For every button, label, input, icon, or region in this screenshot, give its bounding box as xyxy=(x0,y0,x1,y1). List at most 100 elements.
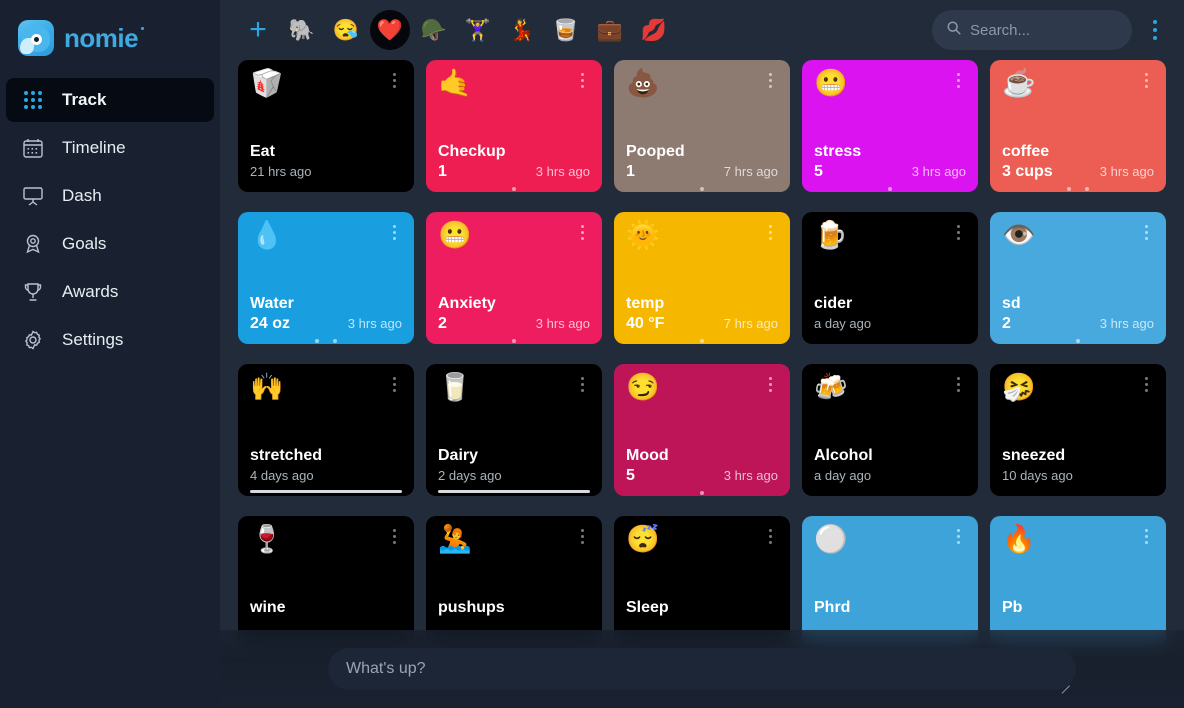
board-tab-elephant[interactable]: 🐘 xyxy=(282,10,322,50)
tracker-card[interactable]: 🌞 temp 40 °F 7 hrs ago xyxy=(614,212,790,344)
tracker-card[interactable]: 💩 Pooped 1 7 hrs ago xyxy=(614,60,790,192)
sidebar-item-label: Timeline xyxy=(62,138,126,157)
dashboard-icon xyxy=(20,183,46,209)
tracker-emoji-icon: 🥛 xyxy=(438,372,472,402)
sidebar-item-dash[interactable]: Dash xyxy=(6,174,214,218)
tracker-menu-icon[interactable] xyxy=(950,526,966,546)
tracker-menu-icon[interactable] xyxy=(762,374,778,394)
resize-grip-icon[interactable] xyxy=(1060,676,1070,686)
note-input-box[interactable] xyxy=(328,648,1076,690)
board-tab-sleepy[interactable]: 😪 xyxy=(326,10,366,50)
board-tab-weightlifter[interactable]: 🏋️‍♀️ xyxy=(458,10,498,50)
tracker-card[interactable]: 😏 Mood 5 3 hrs ago xyxy=(614,364,790,496)
tracker-menu-icon[interactable] xyxy=(386,222,402,242)
tracker-time: 3 hrs ago xyxy=(347,316,402,331)
tracker-title: stress xyxy=(814,143,862,160)
tracker-menu-icon[interactable] xyxy=(762,526,778,546)
trophy-icon xyxy=(20,279,46,305)
tracker-card[interactable]: ⚪ Phrd xyxy=(802,516,978,648)
tracker-menu-icon[interactable] xyxy=(762,70,778,90)
board-tab-heart[interactable]: ❤️ xyxy=(370,10,410,50)
tracker-time: 7 hrs ago xyxy=(723,316,778,331)
tracker-emoji-icon: 😏 xyxy=(626,372,660,402)
tracker-dot-indicators xyxy=(1002,187,1154,191)
tracker-dot-indicators xyxy=(626,339,778,343)
tracker-card[interactable]: 🍺 cider a day ago xyxy=(802,212,978,344)
sidebar-item-awards[interactable]: Awards xyxy=(6,270,214,314)
tracker-card[interactable]: 🤙 Checkup 1 3 hrs ago xyxy=(426,60,602,192)
tracker-dot-indicators xyxy=(250,339,402,343)
tracker-emoji-icon: 👁️ xyxy=(1002,220,1036,250)
tracker-card[interactable]: 🍷 wine xyxy=(238,516,414,648)
tracker-value: 24 oz xyxy=(250,315,291,332)
tracker-title: Mood xyxy=(626,447,669,464)
tracker-menu-icon[interactable] xyxy=(1138,222,1154,242)
kebab-menu-icon[interactable] xyxy=(1144,17,1166,43)
board-tab-whiskey[interactable]: 🥃 xyxy=(546,10,586,50)
search-icon xyxy=(946,20,962,41)
tracker-menu-icon[interactable] xyxy=(762,222,778,242)
sidebar-item-label: Dash xyxy=(62,186,102,205)
tracker-time: 3 hrs ago xyxy=(1099,164,1154,179)
sidebar: nomie Track Timeline Dash Goals Awards S… xyxy=(0,0,220,708)
tracker-menu-icon[interactable] xyxy=(1138,70,1154,90)
tracker-card[interactable]: 🤽 pushups xyxy=(426,516,602,648)
sidebar-item-settings[interactable]: Settings xyxy=(6,318,214,362)
tracker-value: 40 °F xyxy=(626,315,665,332)
sidebar-item-track[interactable]: Track xyxy=(6,78,214,122)
tracker-menu-icon[interactable] xyxy=(386,374,402,394)
tracker-emoji-icon: 🤧 xyxy=(1002,372,1036,402)
tracker-title: cider xyxy=(814,295,853,312)
note-input[interactable] xyxy=(346,648,1058,690)
tracker-menu-icon[interactable] xyxy=(574,222,590,242)
tracker-menu-icon[interactable] xyxy=(574,374,590,394)
tracker-card[interactable]: 🥡 Eat 21 hrs ago xyxy=(238,60,414,192)
sidebar-item-timeline[interactable]: Timeline xyxy=(6,126,214,170)
tracker-card[interactable]: 💧 Water 24 oz 3 hrs ago xyxy=(238,212,414,344)
tracker-title: sd xyxy=(1002,295,1021,312)
tracker-value: 5 xyxy=(626,467,635,484)
tracker-menu-icon[interactable] xyxy=(950,222,966,242)
board-tab-helmet[interactable]: 🪖 xyxy=(414,10,454,50)
tracker-menu-icon[interactable] xyxy=(386,526,402,546)
tracker-progress-bar xyxy=(250,490,402,493)
tracker-card[interactable]: 🙌 stretched 4 days ago xyxy=(238,364,414,496)
sidebar-item-goals[interactable]: Goals xyxy=(6,222,214,266)
tracker-time: a day ago xyxy=(814,468,872,483)
tracker-dot-indicators xyxy=(438,187,590,191)
board-tab-briefcase[interactable]: 💼 xyxy=(590,10,630,50)
dot-grid-icon xyxy=(20,87,46,113)
tracker-dot-indicators xyxy=(626,187,778,191)
tracker-grid: 🥡 Eat 21 hrs ago 🤙 Checkup 1 3 hrs ago 💩 Pooped 1… xyxy=(238,60,1166,648)
tracker-emoji-icon: 😴 xyxy=(626,524,660,554)
tracker-card[interactable]: 🤧 sneezed 10 days ago xyxy=(990,364,1166,496)
tracker-card[interactable]: ☕ coffee 3 cups 3 hrs ago xyxy=(990,60,1166,192)
award-ribbon-icon xyxy=(20,231,46,257)
board-tab-dancer[interactable]: 💃 xyxy=(502,10,542,50)
tracker-menu-icon[interactable] xyxy=(950,374,966,394)
tracker-time: 2 days ago xyxy=(438,468,502,483)
brand[interactable]: nomie xyxy=(0,10,220,66)
tracker-menu-icon[interactable] xyxy=(1138,526,1154,546)
add-board-button[interactable]: + xyxy=(238,10,278,50)
tracker-value: 5 xyxy=(814,163,823,180)
board-tab-kiss[interactable]: 💋 xyxy=(634,10,674,50)
tracker-card[interactable]: 😬 Anxiety 2 3 hrs ago xyxy=(426,212,602,344)
tracker-card[interactable]: 🥛 Dairy 2 days ago xyxy=(426,364,602,496)
tracker-menu-icon[interactable] xyxy=(574,526,590,546)
tracker-card[interactable]: 😴 Sleep xyxy=(614,516,790,648)
tracker-menu-icon[interactable] xyxy=(1138,374,1154,394)
tracker-menu-icon[interactable] xyxy=(574,70,590,90)
search-box[interactable] xyxy=(932,10,1132,50)
tracker-dot-indicators xyxy=(438,339,590,343)
tracker-menu-icon[interactable] xyxy=(950,70,966,90)
tracker-time: 3 hrs ago xyxy=(911,164,966,179)
tracker-card[interactable]: 😬 stress 5 3 hrs ago xyxy=(802,60,978,192)
search-input[interactable] xyxy=(970,21,1118,39)
tracker-card[interactable]: 👁️ sd 2 3 hrs ago xyxy=(990,212,1166,344)
tracker-card[interactable]: 🍻 Alcohol a day ago xyxy=(802,364,978,496)
gear-icon xyxy=(20,327,46,353)
tracker-menu-icon[interactable] xyxy=(386,70,402,90)
tracker-card[interactable]: 🔥 Pb xyxy=(990,516,1166,648)
tracker-grid-scroll[interactable]: 🥡 Eat 21 hrs ago 🤙 Checkup 1 3 hrs ago 💩 Pooped 1… xyxy=(220,60,1184,708)
